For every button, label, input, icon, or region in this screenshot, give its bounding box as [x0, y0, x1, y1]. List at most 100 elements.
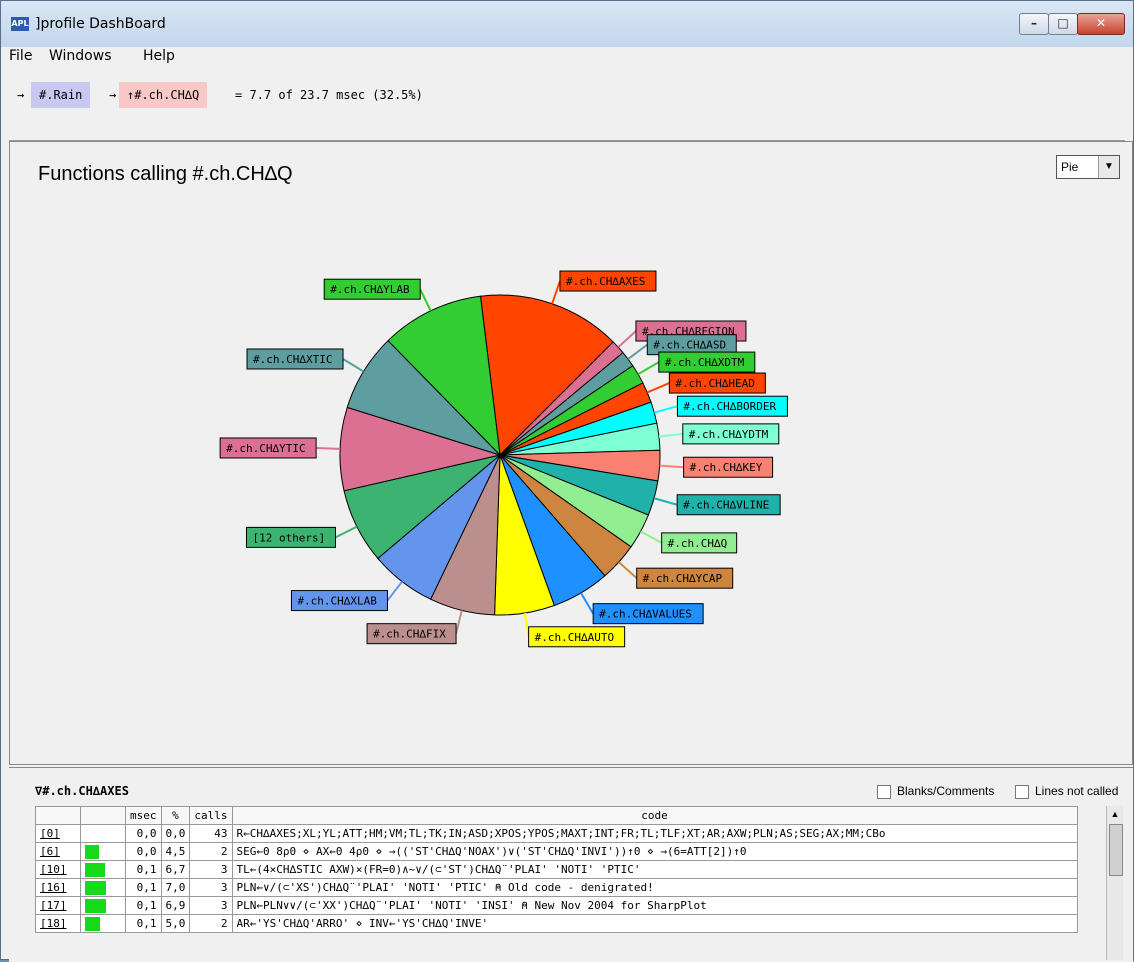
pie-slice-label[interactable]: #.ch.CH∆KEY	[683, 456, 774, 478]
breadcrumb: → #.Rain → ↑#.ch.CH∆Q = 7.7 of 23.7 msec…	[9, 68, 1125, 141]
code-row[interactable]: [6] 0,0 4,5 2 SEG←0 8ρ0 ⋄ AX←0 4ρ0 ⋄ →(('ST'…	[35, 842, 1078, 861]
pie-slice-label[interactable]: #.ch.CH∆BORDER	[676, 395, 788, 417]
msec-cell: 0,1	[125, 914, 162, 933]
code-row[interactable]: [17] 0,1 6,9 3 PLN←PLN∨∨/(⊂'XX')CH∆Q¨'PLAI' …	[35, 896, 1078, 915]
scroll-thumb[interactable]	[1109, 824, 1123, 876]
pct-cell: 0,0	[160, 824, 191, 843]
pie-slice-label[interactable]: #.ch.CH∆AUTO	[528, 626, 626, 648]
blanks-comments-checkbox[interactable]: Blanks/Comments	[877, 784, 994, 799]
pie-slice-label[interactable]: #.ch.CH∆XDTM	[658, 351, 756, 373]
breadcrumb-summary: = 7.7 of 23.7 msec (32.5%)	[235, 88, 423, 102]
code-cell: PLN←PLN∨∨/(⊂'XX')CH∆Q¨'PLAI' 'NOTI' 'INS…	[231, 896, 1078, 915]
pie-slice-label[interactable]: #.ch.CH∆HEAD	[668, 372, 766, 394]
pct-cell: 4,5	[160, 842, 191, 861]
svg-text:#.ch.CH∆XLAB: #.ch.CH∆XLAB	[297, 595, 377, 608]
pie-chart: #.ch.CH∆AXES#.ch.CH∆REGION#.ch.CH∆ASD#.c…	[219, 270, 788, 648]
col-bar	[80, 806, 126, 825]
breadcrumb-current[interactable]: ↑#.ch.CH∆Q	[119, 82, 208, 108]
code-table-header: msec % calls code	[35, 806, 1078, 825]
col-msec[interactable]: msec	[125, 806, 162, 825]
svg-text:#.ch.CH∆YCAP: #.ch.CH∆YCAP	[643, 572, 723, 585]
calls-cell: 43	[189, 824, 233, 843]
time-bar	[80, 914, 126, 933]
pie-slice-label[interactable]: #.ch.CH∆XTIC	[246, 348, 344, 370]
svg-text:#.ch.CH∆HEAD: #.ch.CH∆HEAD	[675, 377, 754, 390]
scroll-up-icon[interactable]: ▲	[1107, 806, 1123, 822]
pie-leader-line	[640, 530, 663, 544]
line-number-link[interactable]: [0]	[35, 824, 81, 843]
lines-not-called-checkbox[interactable]: Lines not called	[1015, 784, 1118, 799]
chart-panel: Functions calling #.ch.CH∆Q Pie ▼ #.ch.C…	[9, 141, 1133, 765]
pie-slice-label[interactable]: #.ch.CH∆VLINE	[676, 494, 781, 516]
line-number-link[interactable]: [6]	[35, 842, 81, 861]
time-bar	[80, 878, 126, 897]
title-bar[interactable]: APL ]profile DashBoard – □ ✕	[1, 1, 1133, 47]
pie-slice-label[interactable]: #.ch.CH∆AXES	[559, 270, 657, 292]
pie-slice-label[interactable]: #.ch.CH∆VALUES	[592, 603, 704, 625]
svg-text:#.ch.CH∆YDTM: #.ch.CH∆YDTM	[689, 428, 769, 441]
breadcrumb-root[interactable]: #.Rain	[31, 82, 91, 108]
msec-cell: 0,1	[125, 860, 162, 879]
breadcrumb-arrow: →	[17, 88, 25, 102]
pie-slice-label[interactable]: #.ch.CH∆Q	[661, 532, 738, 554]
vertical-scrollbar[interactable]: ▲	[1106, 806, 1123, 960]
time-bar-fill	[85, 880, 106, 895]
pct-cell: 6,9	[160, 896, 191, 915]
blanks-comments-label: Blanks/Comments	[897, 784, 995, 798]
msec-cell: 0,0	[125, 842, 162, 861]
code-row[interactable]: [18] 0,1 5,0 2 AR←'YS'CH∆Q'ARRO' ⋄ INV←'YS'C…	[35, 914, 1078, 933]
col-pct[interactable]: %	[160, 806, 191, 825]
svg-text:#.ch.CH∆VALUES: #.ch.CH∆VALUES	[599, 608, 692, 621]
svg-text:#.ch.CH∆YTIC: #.ch.CH∆YTIC	[226, 442, 305, 455]
pie-leader-line	[627, 343, 648, 360]
time-bar-fill	[85, 844, 99, 859]
calls-cell: 3	[189, 878, 233, 897]
minimize-button[interactable]: –	[1019, 13, 1049, 35]
pie-leader-line	[551, 280, 561, 305]
time-bar-fill	[85, 862, 105, 877]
svg-text:#.ch.CH∆FIX: #.ch.CH∆FIX	[373, 628, 446, 641]
svg-text:#.ch.CH∆ASD: #.ch.CH∆ASD	[653, 339, 726, 352]
line-number-link[interactable]: [18]	[35, 914, 81, 933]
time-bar	[80, 824, 126, 843]
time-bar	[80, 860, 126, 879]
col-code[interactable]: code	[231, 806, 1078, 825]
code-row[interactable]: [10] 0,1 6,7 3 TL←(4×CH∆STIC AXW)×(FR=0)∧~∨/…	[35, 860, 1078, 879]
code-row[interactable]: [16] 0,1 7,0 3 PLN←∨/(⊂'XS')CH∆Q¨'PLAI' 'NOT…	[35, 878, 1078, 897]
pie-slice-label[interactable]: #.ch.CH∆YDTM	[682, 423, 780, 445]
pie-slice-label[interactable]: #.ch.CH∆YTIC	[219, 437, 317, 459]
maximize-button[interactable]: □	[1048, 13, 1078, 35]
line-number-link[interactable]: [10]	[35, 860, 81, 879]
line-number-link[interactable]: [17]	[35, 896, 81, 915]
pie-slice-label[interactable]: #.ch.CH∆XLAB	[290, 590, 388, 612]
menu-file[interactable]: File	[9, 48, 32, 64]
svg-text:#.ch.CH∆YLAB: #.ch.CH∆YLAB	[330, 283, 410, 296]
pie-leader-line	[523, 612, 530, 637]
line-number-link[interactable]: [16]	[35, 878, 81, 897]
time-bar	[80, 896, 126, 915]
pie-leader-line	[659, 464, 684, 469]
pie-leader-line	[342, 358, 365, 373]
pie-slice-label[interactable]: [12 others]	[245, 526, 336, 548]
code-row[interactable]: [0] 0,0 0,0 43 R←CH∆AXES;XL;YL;ATT;HM;VM;TL;…	[35, 824, 1078, 843]
pie-leader-line	[316, 446, 341, 450]
pie-slice-label[interactable]: #.ch.CH∆YLAB	[323, 278, 421, 300]
col-calls[interactable]: calls	[189, 806, 233, 825]
svg-text:#.ch.CH∆VLINE: #.ch.CH∆VLINE	[683, 499, 769, 512]
breadcrumb-arrow: →	[109, 88, 117, 102]
code-cell: TL←(4×CH∆STIC AXW)×(FR=0)∧~∨/(⊂'ST')CH∆Q…	[231, 860, 1078, 879]
function-detail-panel: ∇#.ch.CH∆AXES Blanks/Comments Lines not …	[9, 767, 1133, 962]
svg-text:[12 others]: [12 others]	[252, 531, 325, 544]
close-button[interactable]: ✕	[1077, 13, 1125, 35]
pie-leader-line	[419, 288, 432, 312]
menu-help[interactable]: Help	[143, 48, 175, 64]
menu-windows[interactable]: Windows	[49, 48, 112, 64]
window-title: ]profile DashBoard	[35, 16, 166, 32]
pie-leader-line	[654, 405, 678, 414]
pie-leader-line	[618, 561, 638, 579]
pie-slice-label[interactable]: #.ch.CH∆FIX	[366, 623, 457, 645]
pie-leader-line	[335, 525, 358, 539]
pie-slice-label[interactable]: #.ch.CH∆YCAP	[636, 567, 734, 589]
svg-text:#.ch.CH∆KEY: #.ch.CH∆KEY	[690, 461, 763, 474]
svg-text:#.ch.CH∆AUTO: #.ch.CH∆AUTO	[535, 631, 614, 644]
